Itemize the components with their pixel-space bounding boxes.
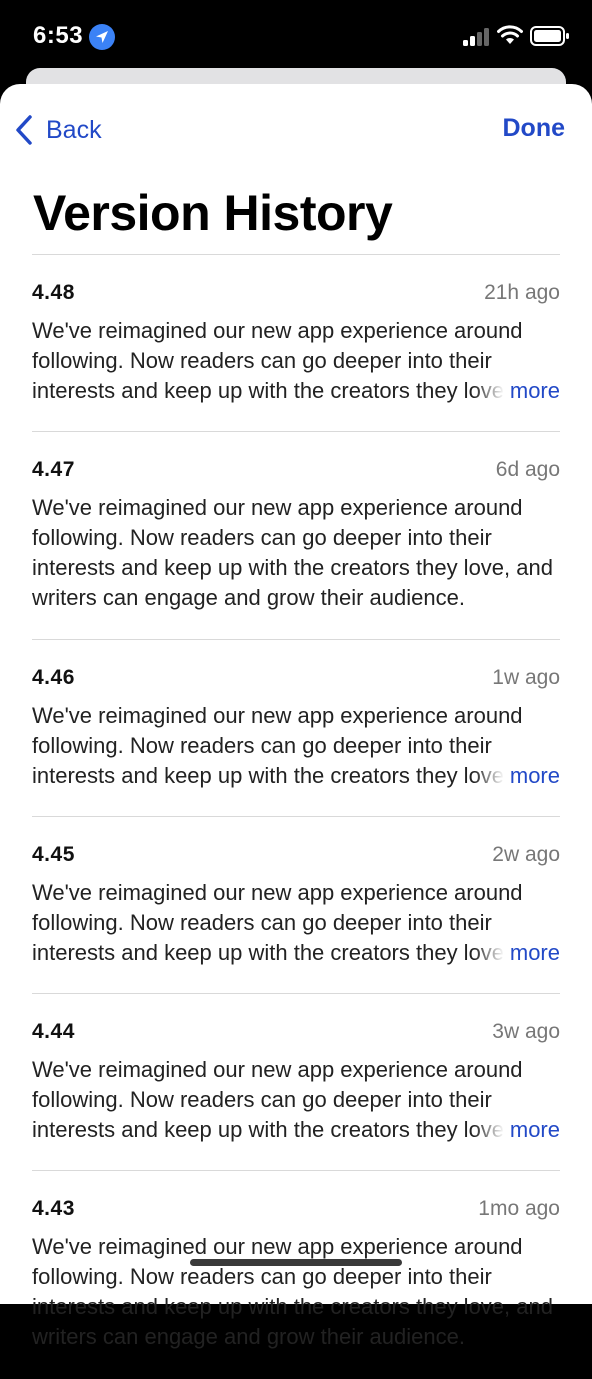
done-button[interactable]: Done: [503, 114, 566, 143]
version-date: 1w ago: [492, 666, 560, 689]
version-number: 4.44: [32, 1020, 75, 1043]
version-date: 6d ago: [495, 458, 560, 481]
version-number: 4.43: [32, 1197, 75, 1220]
cellular-signal-icon: [463, 28, 489, 46]
version-item: 4.48 21h ago We've reimagined our new ap…: [32, 255, 560, 432]
version-number: 4.46: [32, 666, 75, 689]
version-item: 4.46 1w ago We've reimagined our new app…: [32, 640, 560, 817]
version-history-sheet: Back Done Version History 4.48 21h ago W…: [0, 84, 592, 1349]
version-number: 4.47: [32, 458, 75, 481]
version-date: 1mo ago: [478, 1197, 560, 1220]
more-button[interactable]: more: [473, 376, 560, 406]
version-item: 4.43 1mo ago We've reimagined our new ap…: [32, 1171, 560, 1379]
location-arrow-icon: [89, 24, 115, 50]
more-button[interactable]: more: [473, 761, 560, 791]
more-button[interactable]: more: [473, 1115, 560, 1145]
battery-icon: [530, 26, 569, 46]
version-list: 4.48 21h ago We've reimagined our new ap…: [32, 255, 560, 1379]
back-button[interactable]: Back: [14, 114, 102, 146]
back-label: Back: [46, 115, 102, 144]
version-number: 4.45: [32, 843, 75, 866]
status-bar: 6:53: [0, 0, 592, 72]
version-date: 21h ago: [484, 281, 560, 304]
wifi-icon: [497, 25, 523, 44]
release-notes: We've reimagined our new app experience …: [32, 495, 553, 610]
home-indicator[interactable]: [190, 1259, 402, 1266]
version-number: 4.48: [32, 281, 75, 304]
version-item: 4.45 2w ago We've reimagined our new app…: [32, 817, 560, 994]
version-date: 3w ago: [492, 1020, 560, 1043]
version-date: 2w ago: [492, 843, 560, 866]
page-title: Version History: [33, 185, 393, 241]
more-button[interactable]: more: [473, 938, 560, 968]
status-time: 6:53: [33, 22, 84, 49]
version-item: 4.44 3w ago We've reimagined our new app…: [32, 994, 560, 1171]
release-notes: We've reimagined our new app experience …: [32, 1234, 553, 1349]
chevron-left-icon: [16, 115, 32, 145]
version-item: 4.47 6d ago We've reimagined our new app…: [32, 432, 560, 640]
